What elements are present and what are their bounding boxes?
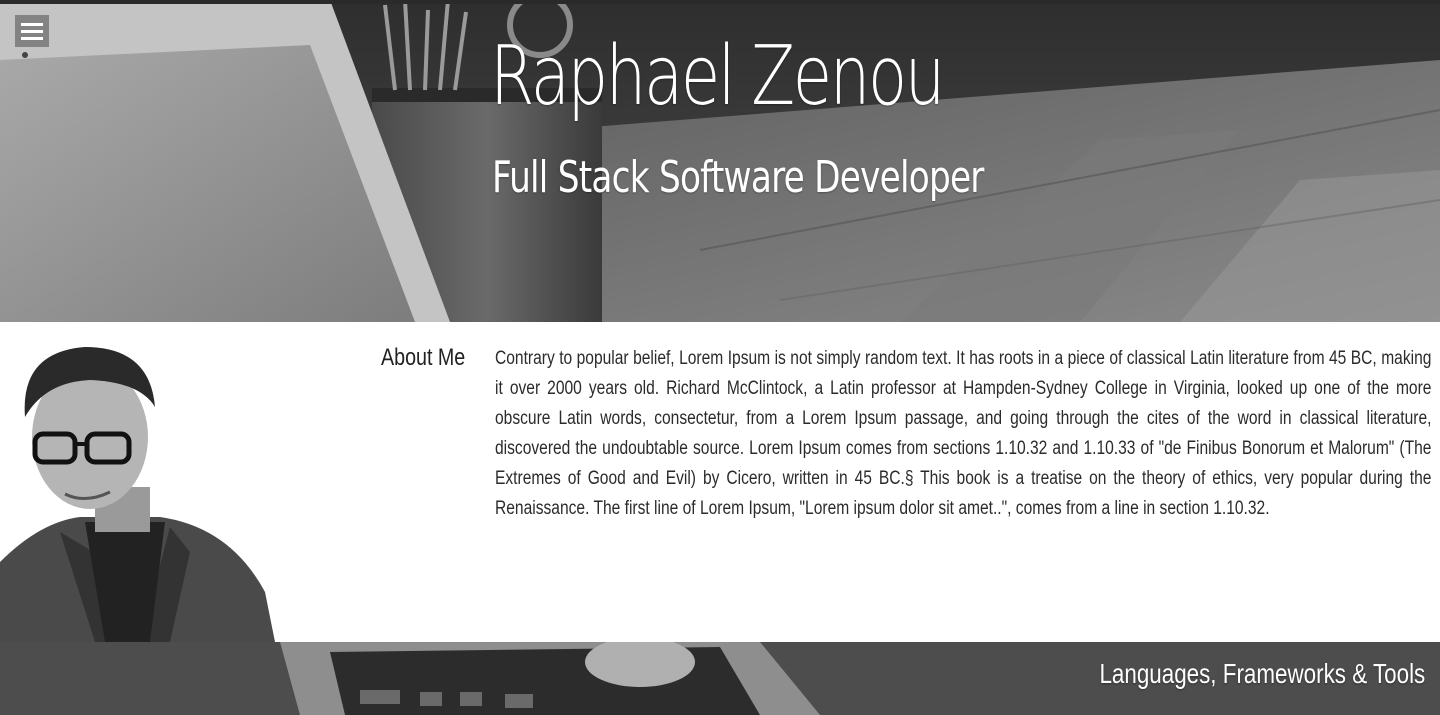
top-border [0,0,1440,4]
hamburger-menu-icon [21,23,43,40]
hero-name: Raphael Zenou [490,29,945,124]
about-heading: About Me [381,344,466,371]
about-body-text: Contrary to popular belief, Lorem Ipsum … [495,348,1432,519]
about-section: About Me Contrary to popular belief, Lor… [0,322,1440,642]
skills-heading: Languages, Frameworks & Tools [1099,658,1425,689]
hero-banner: Raphael Zenou Full Stack Software Develo… [0,0,1440,322]
hero-role: Full Stack Software Developer [492,152,984,203]
menu-button[interactable] [15,15,49,47]
profile-photo [0,322,290,642]
skills-section: Languages, Frameworks & Tools [0,642,1440,715]
